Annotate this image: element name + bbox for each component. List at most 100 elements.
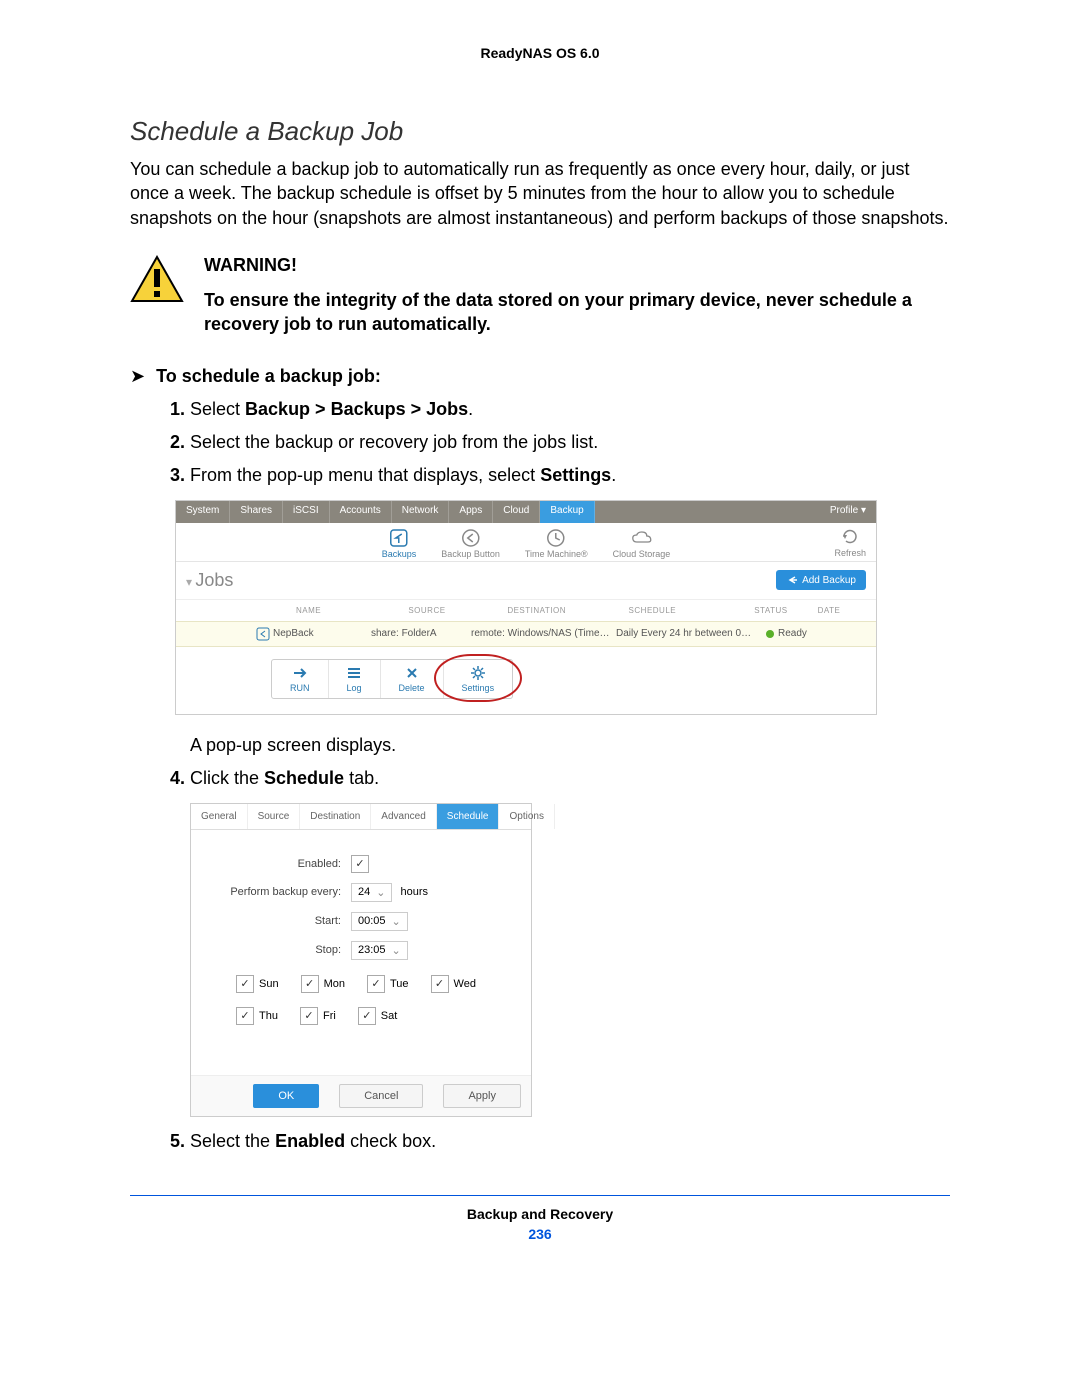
jobs-heading[interactable]: Jobs bbox=[186, 570, 233, 591]
add-backup-button[interactable]: Add Backup bbox=[776, 570, 866, 590]
nav-cloud[interactable]: Cloud bbox=[493, 501, 540, 523]
every-select[interactable]: 24 bbox=[351, 883, 392, 902]
day-wed-checkbox[interactable]: ✓ bbox=[431, 975, 449, 993]
enabled-label: Enabled: bbox=[211, 858, 351, 870]
steps-list-continued: Click the Schedule tab. bbox=[130, 764, 950, 793]
col-status: STATUS bbox=[749, 606, 812, 615]
day-wed-label: Wed bbox=[454, 978, 476, 990]
status-dot-icon bbox=[766, 630, 774, 638]
warning-block: WARNING! To ensure the integrity of the … bbox=[130, 255, 950, 337]
start-label: Start: bbox=[211, 915, 351, 927]
procedure-arrow-icon: ➤ bbox=[130, 366, 145, 386]
steps-list-continued-2: Select the Enabled check box. bbox=[130, 1127, 950, 1156]
day-mon-checkbox[interactable]: ✓ bbox=[301, 975, 319, 993]
subnav-backups[interactable]: Backups bbox=[382, 527, 417, 559]
day-tue-label: Tue bbox=[390, 978, 409, 990]
tab-advanced[interactable]: Advanced bbox=[371, 804, 436, 829]
cloud-icon bbox=[630, 527, 652, 549]
col-name: NAME bbox=[291, 606, 403, 615]
step-2: Select the backup or recovery job from t… bbox=[190, 428, 950, 457]
nav-network[interactable]: Network bbox=[392, 501, 450, 523]
every-label: Perform backup every: bbox=[211, 886, 351, 898]
sub-nav: Backups Backup Button Time Machine® bbox=[176, 523, 876, 562]
day-thu-checkbox[interactable]: ✓ bbox=[236, 1007, 254, 1025]
top-nav: System Shares iSCSI Accounts Network App… bbox=[176, 501, 876, 523]
day-fri-label: Fri bbox=[323, 1010, 336, 1022]
apply-button[interactable]: Apply bbox=[443, 1084, 521, 1108]
refresh-icon bbox=[841, 528, 859, 548]
columns-header: NAME SOURCE DESTINATION SCHEDULE STATUS … bbox=[176, 600, 876, 621]
stop-select[interactable]: 23:05 bbox=[351, 941, 408, 960]
enabled-checkbox[interactable]: ✓ bbox=[351, 855, 369, 873]
day-sun-checkbox[interactable]: ✓ bbox=[236, 975, 254, 993]
hours-label: hours bbox=[400, 886, 428, 898]
job-schedule: Daily Every 24 hr between 0… bbox=[616, 628, 766, 639]
day-sat-label: Sat bbox=[381, 1010, 398, 1022]
job-icon bbox=[256, 627, 270, 641]
subnav-backup-button[interactable]: Backup Button bbox=[441, 527, 500, 559]
step-3: From the pop-up menu that displays, sele… bbox=[190, 461, 950, 490]
col-sched: SCHEDULE bbox=[624, 606, 750, 615]
popup-menu: RUN Log Delete Settings bbox=[271, 659, 513, 699]
step-1: Select Backup > Backups > Jobs. bbox=[190, 395, 950, 424]
screenshot-backup-jobs: System Shares iSCSI Accounts Network App… bbox=[175, 500, 877, 715]
nav-backup[interactable]: Backup bbox=[540, 501, 594, 523]
nav-iscsi[interactable]: iSCSI bbox=[283, 501, 330, 523]
popup-settings[interactable]: Settings bbox=[444, 660, 513, 698]
col-source: SOURCE bbox=[403, 606, 502, 615]
tab-general[interactable]: General bbox=[191, 804, 248, 829]
job-source: share: FolderA bbox=[371, 628, 471, 639]
warning-icon bbox=[130, 255, 184, 303]
footer-chapter: Backup and Recovery bbox=[467, 1206, 613, 1222]
page-number: 236 bbox=[130, 1226, 950, 1242]
intro-paragraph: You can schedule a backup job to automat… bbox=[130, 157, 950, 230]
col-dest: DESTINATION bbox=[502, 606, 623, 615]
start-select[interactable]: 00:05 bbox=[351, 912, 408, 931]
day-tue-checkbox[interactable]: ✓ bbox=[367, 975, 385, 993]
job-name: NepBack bbox=[273, 628, 314, 639]
tab-options[interactable]: Options bbox=[499, 804, 554, 829]
day-fri-checkbox[interactable]: ✓ bbox=[300, 1007, 318, 1025]
dialog-tabs: General Source Destination Advanced Sche… bbox=[191, 804, 531, 830]
add-backup-icon bbox=[786, 574, 798, 586]
step-5: Select the Enabled check box. bbox=[190, 1127, 950, 1156]
steps-list: Select Backup > Backups > Jobs. Select t… bbox=[130, 395, 950, 489]
popup-note: A pop-up screen displays. bbox=[190, 735, 950, 756]
col-date: DATE bbox=[813, 606, 876, 615]
subnav-time-machine[interactable]: Time Machine® bbox=[525, 527, 588, 559]
nav-system[interactable]: System bbox=[176, 501, 230, 523]
time-machine-icon bbox=[545, 527, 567, 549]
day-mon-label: Mon bbox=[324, 978, 345, 990]
job-row[interactable]: NepBack share: FolderA remote: Windows/N… bbox=[176, 621, 876, 647]
tab-destination[interactable]: Destination bbox=[300, 804, 371, 829]
log-icon bbox=[347, 665, 361, 681]
doc-header: ReadyNAS OS 6.0 bbox=[130, 45, 950, 61]
screenshot-schedule-dialog: General Source Destination Advanced Sche… bbox=[190, 803, 532, 1117]
footer-rule bbox=[130, 1195, 950, 1196]
nav-apps[interactable]: Apps bbox=[449, 501, 493, 523]
settings-icon bbox=[471, 665, 485, 681]
job-destination: remote: Windows/NAS (Time… bbox=[471, 628, 616, 639]
run-icon bbox=[292, 665, 308, 681]
delete-icon bbox=[406, 665, 418, 681]
section-title: Schedule a Backup Job bbox=[130, 116, 950, 147]
popup-log[interactable]: Log bbox=[329, 660, 381, 698]
nav-accounts[interactable]: Accounts bbox=[330, 501, 392, 523]
subnav-cloud-storage[interactable]: Cloud Storage bbox=[613, 527, 671, 559]
stop-label: Stop: bbox=[211, 944, 351, 956]
job-status: Ready bbox=[766, 628, 846, 639]
warning-body: To ensure the integrity of the data stor… bbox=[204, 290, 912, 334]
warning-title: WARNING! bbox=[204, 255, 950, 276]
tab-source[interactable]: Source bbox=[248, 804, 301, 829]
ok-button[interactable]: OK bbox=[253, 1084, 319, 1108]
subnav-refresh[interactable]: Refresh bbox=[834, 528, 866, 558]
step-4: Click the Schedule tab. bbox=[190, 764, 950, 793]
nav-profile[interactable]: Profile ▾ bbox=[820, 501, 876, 523]
tab-schedule[interactable]: Schedule bbox=[437, 804, 500, 829]
popup-run[interactable]: RUN bbox=[272, 660, 329, 698]
cancel-button[interactable]: Cancel bbox=[339, 1084, 423, 1108]
procedure-heading: ➤ To schedule a backup job: bbox=[130, 366, 950, 387]
nav-shares[interactable]: Shares bbox=[230, 501, 283, 523]
day-sat-checkbox[interactable]: ✓ bbox=[358, 1007, 376, 1025]
backups-icon bbox=[388, 527, 410, 549]
